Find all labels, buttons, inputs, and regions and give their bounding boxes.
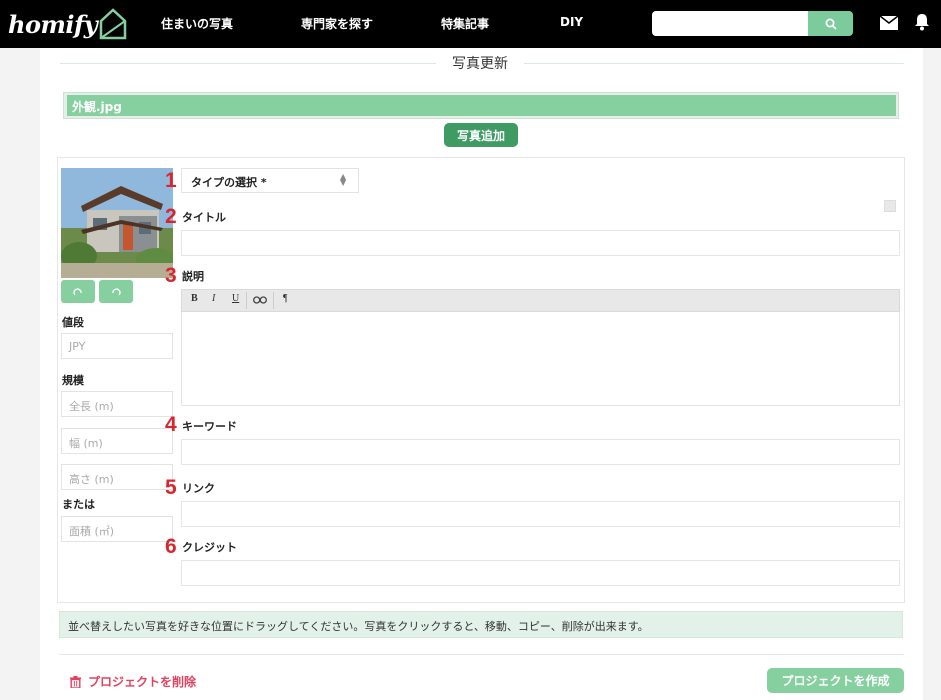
house-photo-image [61,168,173,278]
width-field[interactable]: 幅 (m) [61,428,173,454]
logo-text: homify [8,9,98,39]
price-label: 値段 [62,316,84,329]
type-select[interactable]: タイプの選択 * [181,168,359,193]
link-icon[interactable] [253,296,267,304]
bold-button[interactable]: B [191,293,198,304]
nav-home-photos[interactable]: 住まいの写真 [161,15,233,32]
step-number-4: 4 [165,413,177,436]
search-input[interactable] [652,11,808,36]
photo-thumbnail[interactable] [61,168,173,278]
page-title: 写真更新 [452,56,508,72]
editor-toolbar [181,289,900,312]
height-field[interactable]: 高さ (m) [61,464,173,490]
length-field[interactable]: 全長 (m) [61,391,173,417]
keyword-input[interactable] [181,439,900,465]
add-photo-button[interactable]: 写真追加 [444,123,518,147]
drag-info-message: 並べ替えしたい写真を好きな位置にドラッグしてください。写真をクリックすると、移動… [59,611,903,638]
area-field[interactable]: 面積 (㎡) [61,516,173,542]
mail-icon[interactable] [880,16,898,30]
checkbox[interactable] [884,200,896,212]
search-icon [825,18,837,30]
select-arrows-icon: ▲ ▼ [340,172,347,187]
step-number-2: 2 [165,205,177,228]
search-button[interactable] [808,11,853,36]
nav-find-professionals[interactable]: 専門家を探す [301,15,373,32]
delete-project-label: プロジェクトを削除 [88,675,197,689]
nav-diy[interactable]: DIY [560,15,583,29]
credit-label: クレジット [182,541,237,554]
title-divider-left [60,63,436,64]
toolbar-separator [273,292,274,309]
credit-input[interactable] [181,560,900,586]
house-logo-icon [100,8,127,40]
scale-label: 規模 [62,374,84,387]
rotate-right-button[interactable] [99,280,133,303]
footer-divider [59,654,904,655]
trash-icon [70,675,81,688]
uploaded-file-name[interactable]: 外観.jpg [67,95,896,116]
keyword-label: キーワード [182,420,237,433]
create-project-button[interactable]: プロジェクトを作成 [767,668,904,693]
homify-logo[interactable]: homify [8,4,127,44]
top-navbar: homify 住まいの写真 専門家を探す 特集記事 DIY [0,0,941,48]
toolbar-separator [246,292,247,309]
nav-feature-articles[interactable]: 特集記事 [441,15,489,32]
step-number-3: 3 [165,264,177,287]
description-label: 説明 [182,270,204,283]
delete-project-link[interactable]: プロジェクトを削除 [70,673,196,690]
paragraph-button[interactable]: ¶ [283,293,288,304]
link-input[interactable] [181,501,900,527]
title-input[interactable] [181,230,900,256]
rotate-left-button[interactable] [61,280,95,303]
underline-button[interactable]: U [232,293,239,304]
price-field[interactable]: JPY [61,333,173,359]
rotate-right-icon [112,287,121,295]
step-number-6: 6 [165,535,177,558]
title-label: タイトル [182,211,226,224]
italic-button[interactable]: I [212,293,215,304]
step-number-1: 1 [165,169,177,192]
title-divider-right [524,63,904,64]
bell-icon[interactable] [914,13,930,31]
or-label: または [62,498,95,511]
rotate-left-icon [73,287,82,295]
step-number-5: 5 [165,476,177,499]
link-label: リンク [182,482,215,495]
